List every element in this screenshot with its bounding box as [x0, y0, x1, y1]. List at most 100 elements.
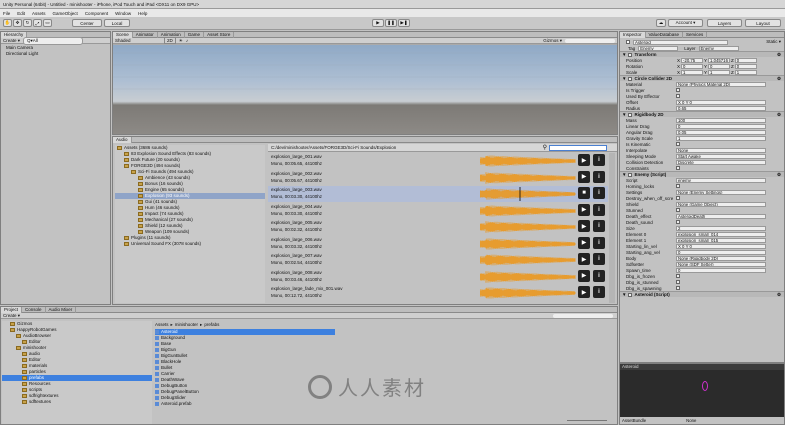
transform-z-field[interactable]: 0: [734, 63, 757, 69]
info-icon[interactable]: i: [593, 170, 605, 183]
checkbox[interactable]: [676, 88, 680, 92]
component-enabled-checkbox[interactable]: [628, 172, 633, 177]
info-icon[interactable]: i: [593, 187, 605, 199]
gear-icon[interactable]: ⚙: [777, 76, 781, 81]
pivot-center-button[interactable]: Center: [72, 19, 102, 27]
checkbox[interactable]: [676, 166, 680, 170]
info-icon[interactable]: i: [593, 253, 605, 265]
play-icon[interactable]: ▶: [578, 220, 590, 232]
2d-toggle[interactable]: 2D: [164, 37, 176, 44]
enemy-script-field[interactable]: AsteroidDeath: [676, 213, 766, 219]
audio-folder-item[interactable]: Universal Sound FX (3078 sounds): [115, 241, 265, 247]
audio-toggle-icon[interactable]: ♪: [186, 38, 188, 43]
info-icon[interactable]: i: [593, 220, 605, 232]
enemy-script-field[interactable]: None (SDF Setter): [676, 261, 766, 267]
info-icon[interactable]: i: [593, 269, 605, 282]
tab-audio-mixer[interactable]: Audio Mixer: [46, 307, 77, 313]
play-icon[interactable]: ▶: [578, 286, 590, 298]
checkbox[interactable]: [676, 220, 680, 224]
checkbox[interactable]: [676, 94, 680, 98]
menu-item-component[interactable]: Component: [85, 11, 108, 16]
play-icon[interactable]: ▶: [578, 236, 590, 249]
tab-audio[interactable]: Audio: [113, 137, 132, 143]
rigidbody-field[interactable]: Discrete: [676, 159, 766, 165]
checkbox[interactable]: [676, 208, 680, 212]
audio-file-row[interactable]: explosion_large_001.wav Mono, 00:05.65, 4…: [268, 153, 608, 169]
audio-file-row[interactable]: explosion_large_005.wav Mono, 00:02.32, 4…: [268, 219, 608, 235]
active-checkbox[interactable]: [626, 40, 630, 44]
audio-file-row[interactable]: explosion_large_007.wav Mono, 00:02.54, 4…: [268, 252, 608, 268]
menu-item-window[interactable]: Window: [115, 11, 131, 16]
enemy-script-field[interactable]: explosion_small_015: [676, 237, 766, 243]
rigidbody-field[interactable]: Start Awake: [676, 153, 766, 159]
circle-collider-field[interactable]: X 0 Y 0: [676, 99, 766, 105]
menu-item-help[interactable]: Help: [138, 11, 147, 16]
audio-file-row[interactable]: explosion_large_fade_mix_001.wav Mono, 00…: [268, 285, 608, 301]
hierarchy-item[interactable]: Directional Light: [6, 51, 110, 57]
transform-y-field[interactable]: 1: [708, 69, 731, 75]
tab-console[interactable]: Console: [22, 307, 46, 313]
transform-x-field[interactable]: 1: [681, 69, 704, 75]
audio-file-row[interactable]: explosion_large_006.wav Mono, 00:03.32, 4…: [268, 236, 608, 252]
menu-item-gameobject[interactable]: GameObject: [53, 11, 78, 16]
enemy-script-field[interactable]: explosion_small_014: [676, 231, 766, 237]
rigidbody-field[interactable]: 1: [676, 135, 766, 141]
breadcrumb-item[interactable]: Assets: [155, 322, 169, 327]
account-dropdown[interactable]: Account ▾: [668, 19, 703, 27]
create-button[interactable]: Create ▾: [3, 38, 20, 44]
checkbox[interactable]: [676, 142, 680, 146]
foldout-arrow-icon[interactable]: ▼: [622, 52, 626, 57]
component-enabled-checkbox[interactable]: [628, 112, 633, 117]
transform-z-field[interactable]: 0: [734, 57, 757, 63]
foldout-arrow-icon[interactable]: ▼: [622, 76, 626, 81]
scale-tool-icon[interactable]: ⤢: [33, 19, 42, 27]
light-toggle-icon[interactable]: ☀: [179, 38, 183, 44]
object-name-field[interactable]: Asteroid: [633, 39, 728, 45]
tab-inspector[interactable]: Inspector: [620, 32, 646, 38]
transform-x-field[interactable]: 0: [681, 63, 704, 69]
rigidbody-field[interactable]: 0: [676, 123, 766, 129]
enemy-script-field[interactable]: None (Rigidbody 2D): [676, 255, 766, 261]
audio-search-input[interactable]: [549, 144, 607, 151]
enemy-script-field[interactable]: None (Enemy Settings): [676, 189, 766, 195]
asteroid-script-component-header[interactable]: ▼ Asteroid (Script) ⚙: [620, 291, 784, 297]
enemy-script-field[interactable]: enemy: [676, 177, 766, 183]
component-enabled-checkbox[interactable]: [628, 292, 633, 297]
checkbox[interactable]: [676, 286, 680, 290]
enemy-script-field[interactable]: 2: [676, 225, 766, 231]
circle-collider-field[interactable]: 0.65: [676, 105, 766, 111]
scene-search-input[interactable]: [565, 38, 615, 43]
breadcrumb-item[interactable]: minishooter: [175, 322, 198, 327]
enemy-script-field[interactable]: X 0 Y 0: [676, 243, 766, 249]
gear-icon[interactable]: ⚙: [777, 292, 781, 297]
step-icon[interactable]: ▶❚: [398, 19, 410, 27]
transform-z-field[interactable]: 1: [734, 69, 757, 75]
play-icon[interactable]: ▶: [578, 154, 590, 166]
menu-item-assets[interactable]: Assets: [32, 11, 46, 16]
info-icon[interactable]: i: [593, 286, 605, 298]
hand-tool-icon[interactable]: ✋: [3, 19, 12, 27]
audio-file-row[interactable]: explosion_large_002.wav Mono, 00:05.67, 4…: [268, 170, 608, 186]
gear-icon[interactable]: ⚙: [777, 172, 781, 177]
gear-icon[interactable]: ⚙: [777, 52, 781, 57]
pivot-local-button[interactable]: Local: [104, 19, 130, 27]
info-icon[interactable]: i: [593, 154, 605, 166]
project-zoom-slider[interactable]: [567, 420, 607, 421]
rect-tool-icon[interactable]: ▭: [43, 19, 52, 27]
enemy-script-field[interactable]: None (Game Object): [676, 201, 766, 207]
gizmos-dropdown[interactable]: Gizmos ▾: [543, 38, 562, 44]
tab-services[interactable]: Services: [683, 32, 708, 38]
tab-asset-store[interactable]: Asset Store: [204, 32, 235, 38]
move-tool-icon[interactable]: ✥: [13, 19, 22, 27]
play-icon[interactable]: ▶: [578, 203, 590, 216]
project-folder-item[interactable]: sdftextures: [2, 399, 152, 405]
component-enabled-checkbox[interactable]: [628, 52, 633, 57]
audio-file-row[interactable]: explosion_large_008.wav Mono, 00:03.46, 4…: [268, 269, 608, 285]
project-create-button[interactable]: Create ▾: [3, 313, 20, 319]
checkbox[interactable]: [676, 274, 680, 278]
checkbox[interactable]: [676, 184, 680, 188]
project-search-input[interactable]: [553, 313, 613, 318]
pause-icon[interactable]: ❚❚: [385, 19, 397, 27]
transform-y-field[interactable]: 1.045716: [708, 57, 731, 63]
tab-valuedatabase[interactable]: ValueDatabase: [646, 32, 683, 38]
